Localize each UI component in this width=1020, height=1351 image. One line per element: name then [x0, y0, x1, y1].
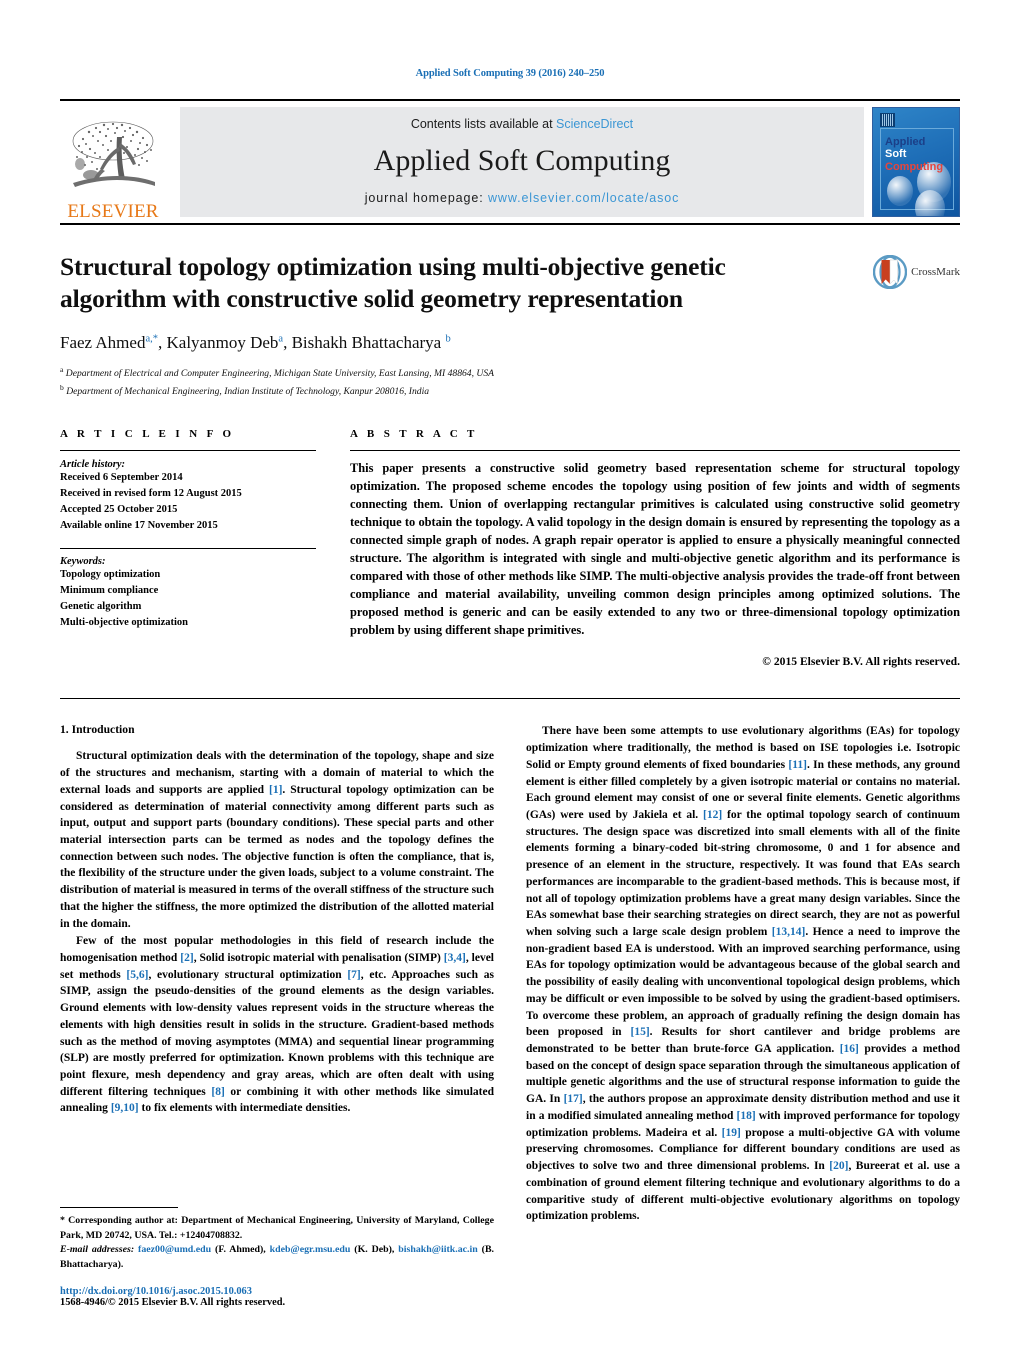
- history-item: Received 6 September 2014: [60, 471, 183, 483]
- citation-ref[interactable]: [20]: [829, 1160, 848, 1172]
- history-item: Available online 17 November 2015: [60, 519, 218, 531]
- journal-homepage-line: journal homepage: www.elsevier.com/locat…: [365, 191, 679, 205]
- abstract-column: A B S T R A C T This paper presents a co…: [350, 428, 960, 668]
- history-item: Received in revised form 12 August 2015: [60, 487, 242, 499]
- affiliations: a Department of Electrical and Computer …: [60, 364, 960, 400]
- citation-ref[interactable]: [7]: [347, 969, 360, 981]
- cover-blob-3: [887, 176, 913, 206]
- homepage-prefix: journal homepage:: [364, 191, 488, 205]
- email-link[interactable]: kdeb@egr.msu.edu: [270, 1244, 351, 1255]
- citation-ref[interactable]: [11]: [788, 759, 807, 771]
- citation-ref[interactable]: [3,4]: [444, 952, 466, 964]
- cover-barcode-icon: [880, 113, 895, 127]
- keywords-rule: [60, 547, 316, 549]
- citation-ref[interactable]: [1]: [269, 784, 282, 796]
- abstract-heading: A B S T R A C T: [350, 427, 478, 440]
- footnote-block: * Corresponding author at: Department of…: [60, 1207, 494, 1308]
- body-separator-rule: [60, 698, 960, 700]
- doi-link[interactable]: http://dx.doi.org/10.1016/j.asoc.2015.10…: [60, 1286, 494, 1297]
- crossmark-label: CrossMark: [911, 266, 960, 278]
- paragraph: Few of the most popular methodologies in…: [60, 935, 494, 1115]
- keyword-item: Topology optimization: [60, 568, 161, 580]
- crossmark-badge[interactable]: CrossMark: [873, 255, 960, 289]
- sciencedirect-link[interactable]: ScienceDirect: [556, 117, 633, 131]
- elsevier-logo: ELSEVIER: [60, 105, 166, 223]
- abstract-text: This paper presents a constructive solid…: [350, 460, 960, 638]
- citation-ref[interactable]: [19]: [722, 1127, 741, 1139]
- keyword-item: Minimum compliance: [60, 584, 159, 596]
- email-link[interactable]: faez00@umd.edu: [138, 1244, 211, 1255]
- elsevier-tree-icon: [72, 121, 155, 187]
- keyword-item: Genetic algorithm: [60, 600, 142, 612]
- title-block: CrossMark Structural topology optimizati…: [60, 251, 960, 400]
- citation-ref[interactable]: [15]: [631, 1026, 650, 1038]
- keywords-block: Keywords: Topology optimization Minimum …: [60, 547, 316, 631]
- cover-line-1: Applied: [885, 136, 926, 148]
- journal-cover-thumbnail[interactable]: Applied Soft Computing: [872, 107, 960, 217]
- history-item: Accepted 25 October 2015: [60, 503, 178, 515]
- citation-ref[interactable]: [16]: [840, 1043, 859, 1055]
- email-link[interactable]: bishakh@iitk.ac.in: [398, 1244, 477, 1255]
- footnote-rule: [60, 1207, 178, 1209]
- elsevier-wordmark: ELSEVIER: [67, 201, 159, 222]
- citation-ref[interactable]: [8]: [211, 1086, 224, 1098]
- cover-title-text: Applied Soft Computing: [885, 136, 943, 173]
- section-heading-introduction: 1. Introduction: [60, 723, 135, 737]
- paper-page: Applied Soft Computing 39 (2016) 240–250: [0, 0, 1020, 1351]
- masthead-bottom-rule: [60, 223, 960, 225]
- issn-copyright-line: 1568-4946/© 2015 Elsevier B.V. All right…: [60, 1297, 286, 1309]
- paragraph: There have been some attempts to use evo…: [526, 725, 961, 1223]
- crossmark-icon: [873, 255, 908, 289]
- abstract-copyright: © 2015 Elsevier B.V. All rights reserved…: [762, 655, 960, 669]
- article-info-column: A R T I C L E I N F O Article history: R…: [60, 428, 316, 668]
- cover-line-2: Soft: [885, 148, 907, 161]
- email-addresses-label: E-mail addresses:: [60, 1244, 135, 1256]
- citation-ref[interactable]: [2]: [180, 952, 193, 964]
- body-columns: 1. Introduction Structural optimization …: [60, 723, 960, 1308]
- affiliation-b: b Department of Mechanical Engineering, …: [60, 382, 430, 398]
- affiliation-a: a Department of Electrical and Computer …: [60, 364, 494, 380]
- body-column-right: There have been some attempts to use evo…: [526, 723, 960, 1308]
- journal-homepage-link[interactable]: www.elsevier.com/locate/asoc: [488, 191, 679, 205]
- email-addresses-note: E-mail addresses: faez00@umd.edu (F. Ahm…: [60, 1244, 494, 1270]
- page-title: Structural topology optimization using m…: [60, 252, 726, 314]
- corresponding-author-note: * Corresponding author at: Department of…: [60, 1215, 494, 1241]
- doi-block: http://dx.doi.org/10.1016/j.asoc.2015.10…: [60, 1286, 494, 1308]
- citation-ref[interactable]: [9,10]: [111, 1102, 139, 1114]
- article-history-title: Article history:: [60, 458, 126, 470]
- journal-title: Applied Soft Computing: [373, 144, 671, 177]
- citation-ref[interactable]: [13,14]: [772, 926, 806, 938]
- affiliation-b-text: Department of Mechanical Engineering, In…: [66, 386, 430, 398]
- article-info-rule: [60, 449, 316, 451]
- author-list: Faez Ahmeda,*, Kalyanmoy Deba, Bishakh B…: [60, 332, 451, 352]
- running-head: Applied Soft Computing 39 (2016) 240–250: [415, 68, 605, 79]
- contents-prefix: Contents lists available at: [410, 117, 557, 131]
- citation-ref[interactable]: [18]: [737, 1110, 756, 1122]
- article-info-heading: A R T I C L E I N F O: [60, 427, 235, 440]
- journal-band: Contents lists available at ScienceDirec…: [180, 107, 864, 217]
- keyword-item: Multi-objective optimization: [60, 616, 189, 628]
- affiliation-a-text: Department of Electrical and Computer En…: [65, 368, 494, 380]
- citation-ref[interactable]: [12]: [703, 809, 722, 821]
- contents-lists-line: Contents lists available at ScienceDirec…: [411, 117, 633, 131]
- article-history-list: Received 6 September 2014 Received in re…: [60, 470, 316, 534]
- keywords-title: Keywords:: [60, 555, 106, 567]
- paragraph: Structural optimization deals with the d…: [60, 750, 494, 930]
- journal-masthead: ELSEVIER Contents lists available at Sci…: [60, 99, 960, 225]
- info-abstract-region: A R T I C L E I N F O Article history: R…: [60, 428, 960, 668]
- citation-ref[interactable]: [17]: [564, 1093, 583, 1105]
- citation-ref[interactable]: [5,6]: [126, 969, 148, 981]
- cover-line-3: Computing: [885, 160, 944, 173]
- body-column-left: 1. Introduction Structural optimization …: [60, 723, 494, 1308]
- abstract-rule: [350, 449, 960, 451]
